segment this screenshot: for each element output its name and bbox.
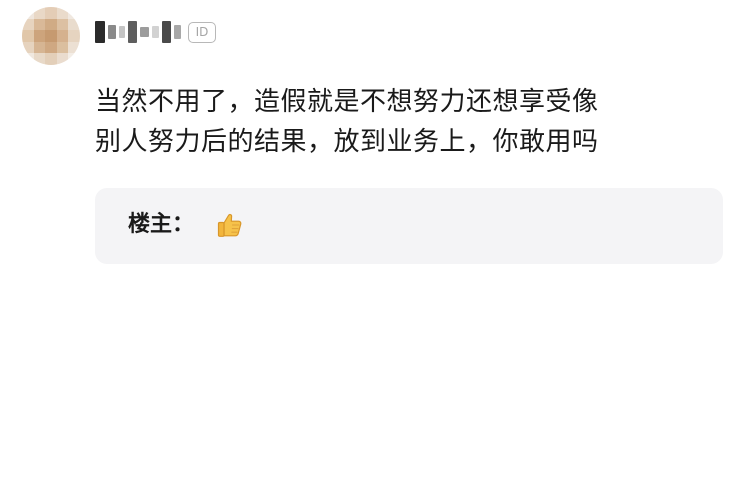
username[interactable] xyxy=(95,20,181,44)
id-badge: ID xyxy=(188,22,216,43)
avatar[interactable] xyxy=(22,7,80,65)
reply-author-label: 楼主： xyxy=(128,212,195,237)
thumbs-up-icon xyxy=(215,210,245,240)
comment-text: 当然不用了，造假就是不想努力还想享受像 别人努力后的结果，放到业务上，你敢用吗 xyxy=(95,82,715,162)
comment-text-line: 别人努力后的结果，放到业务上，你敢用吗 xyxy=(95,127,599,157)
reply-box[interactable]: 楼主： xyxy=(95,188,723,264)
comment-item: ID 当然不用了，造假就是不想努力还想享受像 别人努力后的结果，放到业务上，你敢… xyxy=(0,0,750,500)
comment-text-line: 当然不用了，造假就是不想努力还想享受像 xyxy=(95,87,599,117)
